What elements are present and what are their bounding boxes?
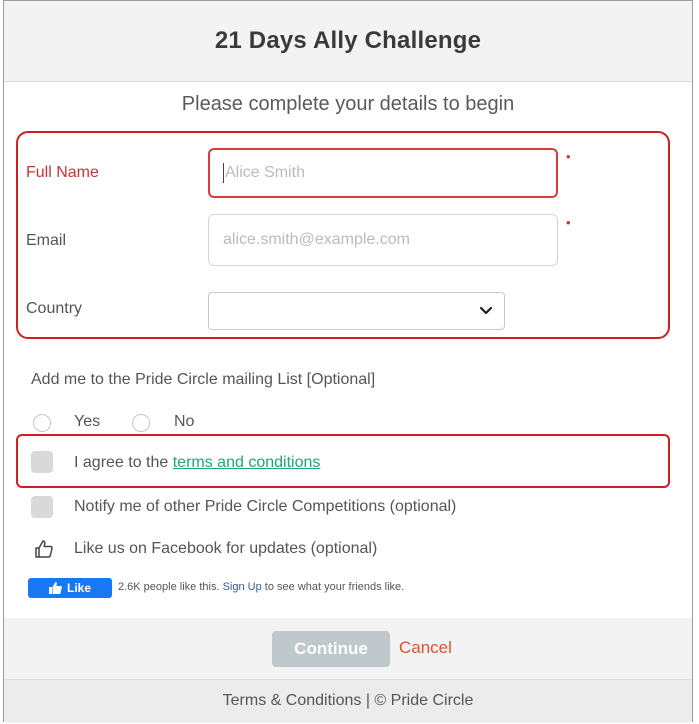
text-caret	[223, 163, 224, 183]
notify-label: Notify me of other Pride Circle Competit…	[74, 498, 457, 515]
full-name-input[interactable]: Alice Smith	[208, 148, 558, 198]
facebook-like-label: Like	[66, 581, 91, 595]
full-name-required-mark: •	[566, 149, 571, 164]
full-name-label: Full Name	[26, 164, 99, 181]
footer-bar: Terms & Conditions | © Pride Circle	[4, 679, 692, 722]
email-placeholder: alice.smith@example.com	[223, 231, 410, 248]
mailing-no-radio[interactable]	[132, 414, 150, 432]
dialog-title: 21 Days Ally Challenge	[214, 27, 482, 54]
form-subtitle: Please complete your details to begin	[181, 93, 515, 115]
facebook-like-count: 2.6K people like this.	[118, 581, 220, 593]
facebook-signup-link[interactable]: Sign Up	[223, 581, 262, 593]
country-label: Country	[26, 300, 83, 317]
mailing-yes-radio[interactable]	[33, 414, 51, 432]
email-input[interactable]: alice.smith@example.com	[208, 214, 558, 266]
dialog-header: 21 Days Ally Challenge	[4, 1, 692, 82]
facebook-like-button[interactable]: Like	[28, 578, 112, 598]
cancel-link[interactable]: Cancel	[399, 638, 452, 658]
terms-prefix: I agree to the	[74, 454, 173, 471]
email-required-mark: •	[566, 215, 571, 230]
full-name-placeholder: Alice Smith	[225, 164, 306, 181]
challenge-signup-dialog: 21 Days Ally Challenge Please complete y…	[3, 0, 693, 723]
mailing-no-label: No	[174, 413, 195, 430]
terms-link[interactable]: terms and conditions	[173, 454, 321, 471]
country-select[interactable]	[208, 292, 505, 330]
thumbs-up-icon	[48, 582, 62, 594]
mailing-list-question: Add me to the Pride Circle mailing List …	[31, 371, 376, 388]
terms-checkbox[interactable]	[31, 451, 53, 473]
footer-text[interactable]: Terms & Conditions | © Pride Circle	[223, 692, 474, 710]
thumbs-up-icon	[35, 540, 53, 558]
email-label: Email	[26, 232, 67, 249]
chevron-down-icon	[479, 306, 493, 315]
notify-checkbox[interactable]	[31, 496, 53, 518]
continue-button[interactable]: Continue	[272, 631, 390, 667]
facebook-signup-suffix: to see what your friends like.	[264, 581, 405, 593]
facebook-like-prompt: Like us on Facebook for updates (optiona…	[74, 540, 378, 557]
mailing-yes-label: Yes	[74, 413, 101, 430]
terms-label: I agree to the terms and conditions	[74, 454, 320, 472]
facebook-social-text: 2.6K people like this. Sign Up to see wh…	[118, 581, 404, 593]
